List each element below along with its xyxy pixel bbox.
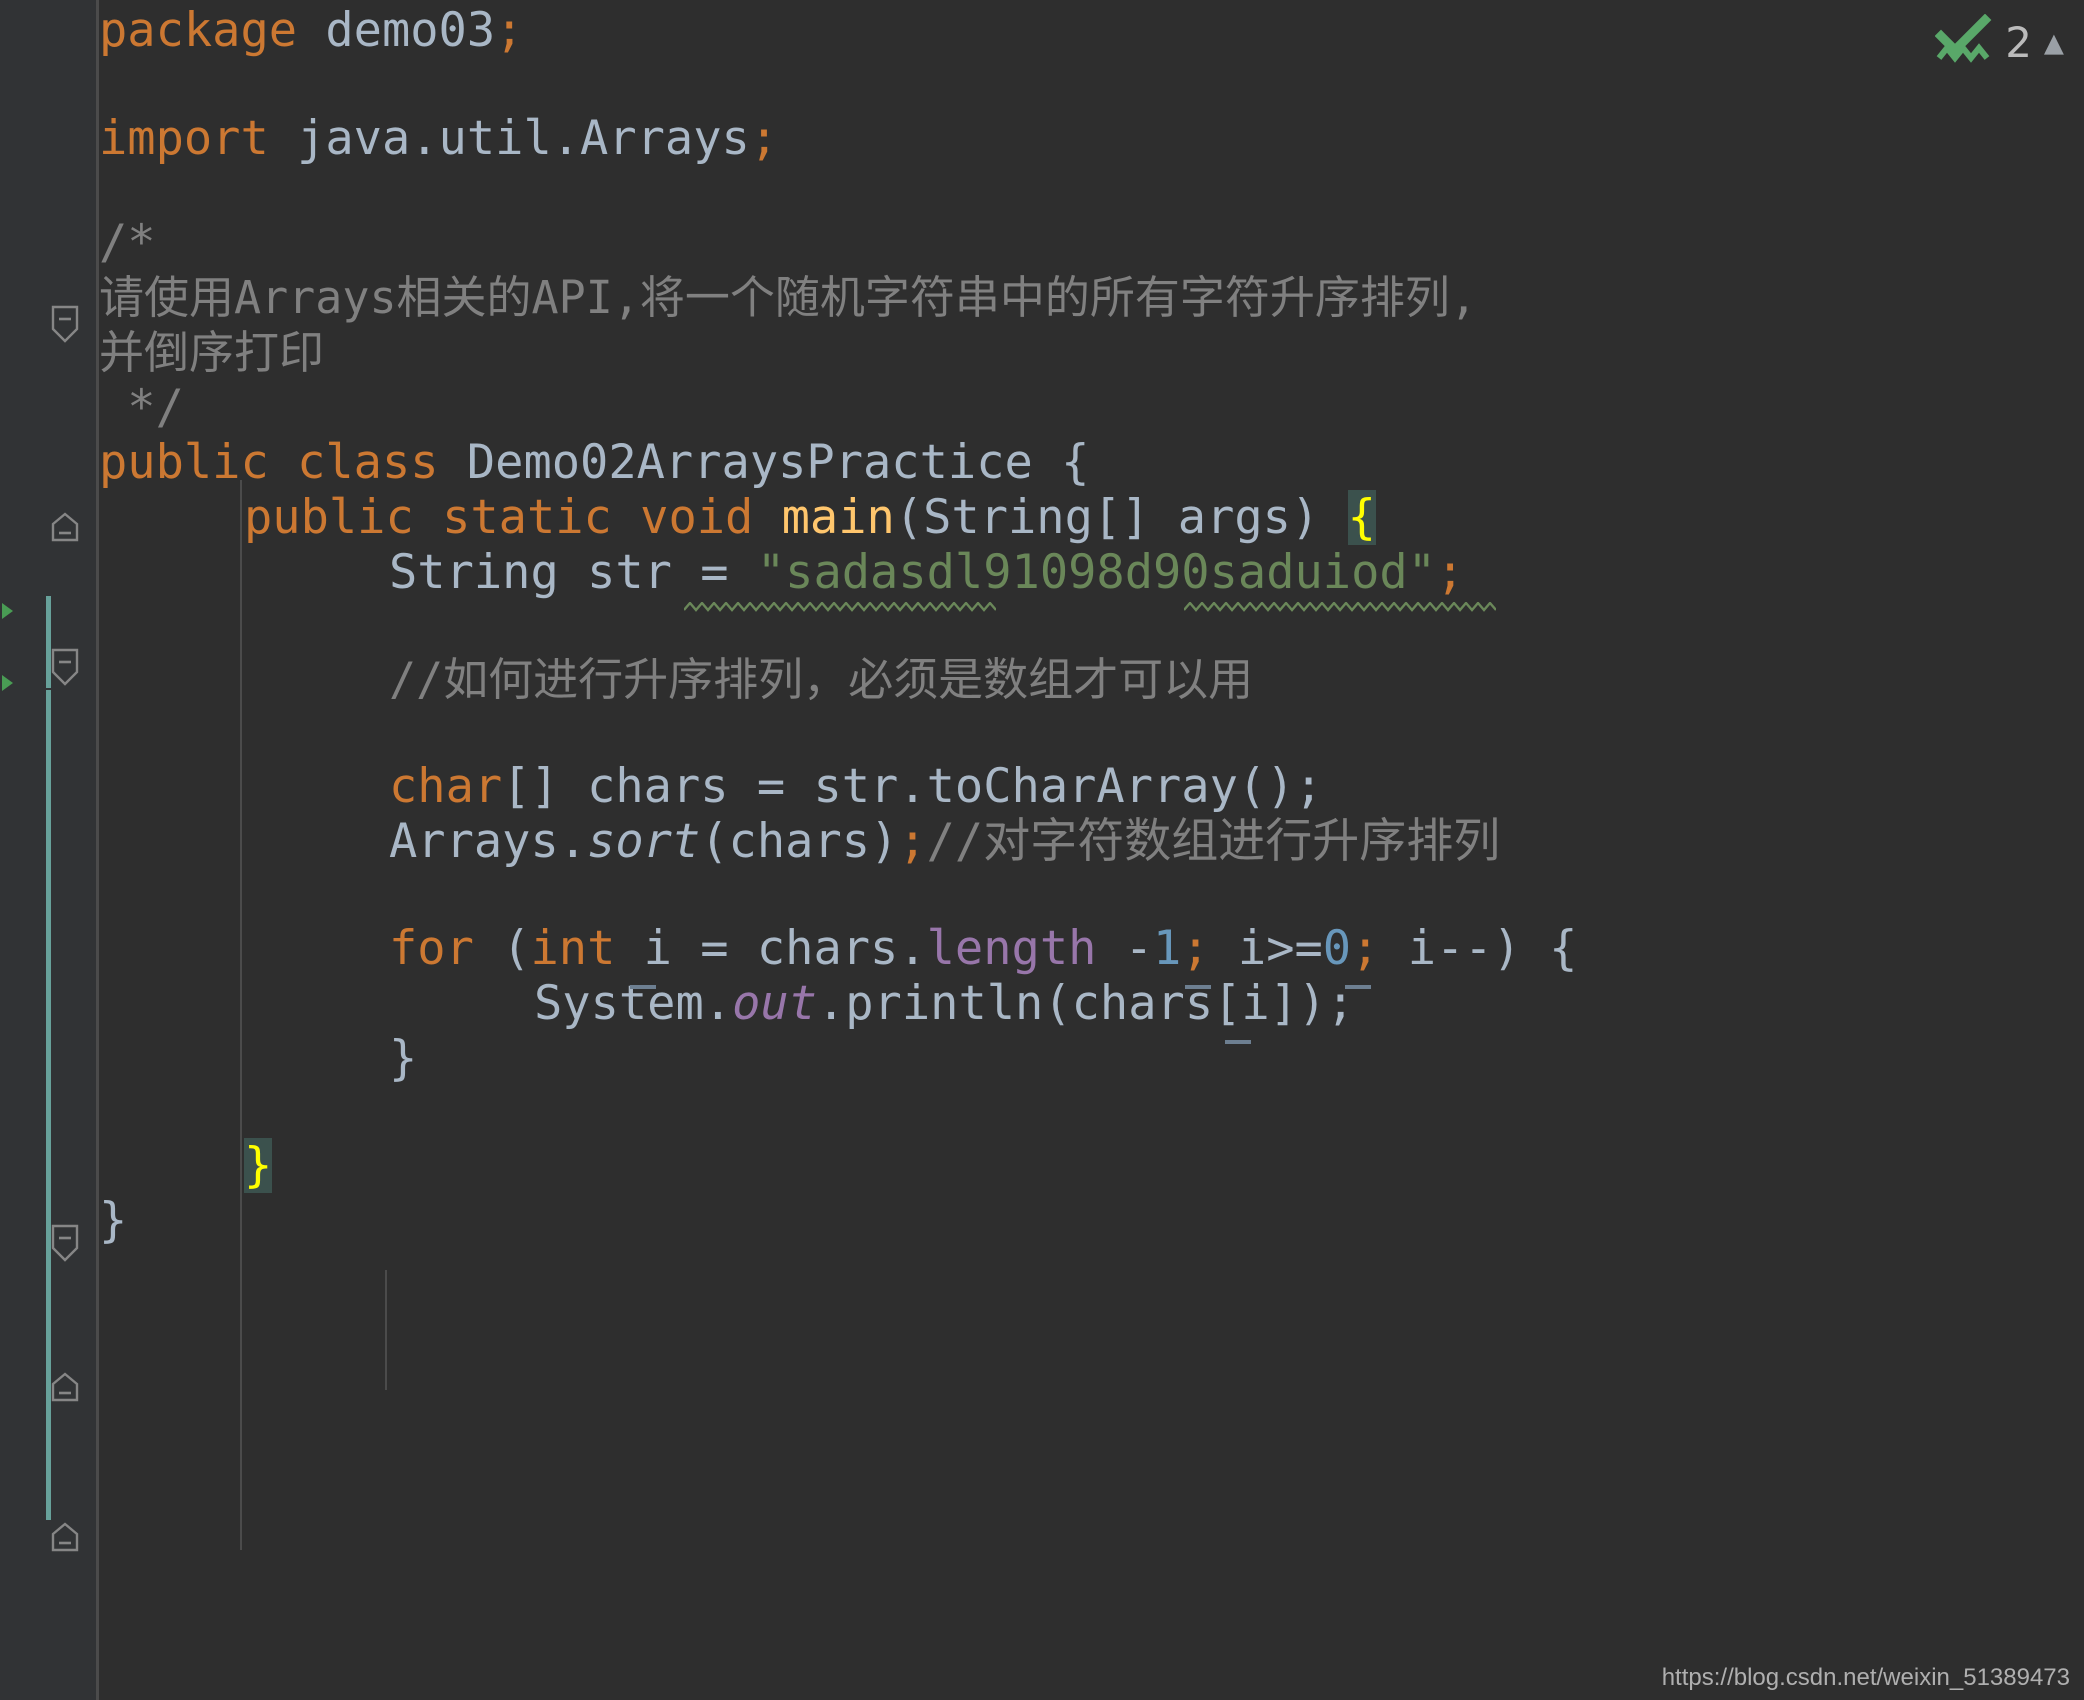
line-comment-1: //如何进行升序排列，必须是数组才可以用 [389,653,1254,706]
field-out: out [732,976,817,1031]
semicolon: ; [495,3,524,58]
loop-variable-i: i [1241,976,1270,1031]
for-open-paren: ( [473,921,531,976]
line-comment-2: //对字符数组进行升序排列 [926,814,1501,869]
chars-declaration: [] chars = str.toCharArray(); [502,759,1323,814]
keyword-class: class [297,435,439,490]
fold-end-icon[interactable] [48,1370,82,1404]
decrement-operator: -- [1435,921,1493,976]
semicolon: ; [749,111,779,166]
string-quote-open: " [756,545,786,600]
block-comment-text-1: 请使用Arrays相关的API,将一个随机字符串中的所有字符升序排列, [99,271,1478,324]
keyword-int: int [530,921,616,976]
field-length: length [926,921,1097,976]
main-parameters: (String[] args) [894,490,1348,545]
code-line[interactable]: //如何进行升序排列，必须是数组才可以用 [99,645,1253,715]
identifier-underline [1225,1040,1251,1044]
annotations-rail[interactable] [0,0,14,1700]
semicolon: ; [1181,921,1210,976]
block-comment-close: */ [99,380,184,435]
arrays-object: Arrays. [389,814,588,869]
for-close-brace: } [389,1031,418,1086]
code-line[interactable]: } [99,1024,417,1094]
fold-end-icon[interactable] [48,510,82,544]
editor-gutter[interactable] [14,0,96,1700]
variable-str: str = [558,545,757,600]
method-name-main: main [781,490,895,545]
type-string: String [389,545,559,600]
string-quote-close: " [1407,545,1436,600]
fold-minus-icon[interactable] [48,305,82,343]
code-line[interactable]: String str = "sadasdl91098d90saduiod"; [99,538,1464,608]
class-name: Demo02ArraysPractice [466,435,1033,490]
matched-close-brace: } [244,1138,273,1193]
number-one: 1 [1153,921,1182,976]
block-comment-text-2: 并倒序打印 [99,326,325,379]
class-open-brace: { [1061,435,1090,490]
code-line[interactable]: import java.util.Arrays; [99,104,778,174]
keyword-static: static [442,490,612,545]
for-minus: - [1096,921,1154,976]
fold-minus-icon[interactable] [48,1224,82,1262]
keyword-char: char [389,759,503,814]
matched-open-brace: { [1347,490,1376,545]
identifier-underline [630,985,656,989]
for-close: ) { [1492,921,1578,976]
identifier-underline [1345,985,1371,989]
for-init: = chars. [671,921,927,976]
code-line[interactable]: } [99,1186,127,1256]
string-digits: 91098d90 [983,545,1210,600]
println-close: ]); [1269,976,1355,1031]
code-line[interactable]: Arrays.sort(chars);//对字符数组进行升序排列 [99,807,1500,877]
method-sort: sort [587,814,701,869]
run-arrow-icon[interactable] [0,600,20,622]
import-name: java.util.Arrays [268,111,750,166]
run-arrow-icon[interactable] [0,672,20,694]
keyword-for: for [389,921,474,976]
chevron-up-icon[interactable]: ▴ [2044,19,2064,65]
sort-arguments: (chars) [700,814,899,869]
green-check-squiggle-icon[interactable] [1934,13,1993,70]
println-call: .println(chars[ [816,976,1242,1031]
semicolon: ; [898,814,927,869]
spellcheck-squiggle [1184,602,1496,612]
package-name: demo03 [297,3,496,58]
identifier-underline [1185,985,1211,989]
code-content[interactable]: package demo03; import java.util.Arrays;… [99,0,2084,1700]
inspection-count: 2 [2005,17,2032,67]
keyword-public: public [244,490,414,545]
semicolon: ; [1435,545,1465,600]
semicolon: ; [1351,921,1380,976]
string-typo-a: sadasdl [785,545,984,600]
class-close-brace: } [99,1193,128,1248]
fold-minus-icon[interactable] [48,648,82,686]
keyword-package: package [99,3,298,58]
watermark-url: https://blog.csdn.net/weixin_51389473 [1661,1664,2070,1691]
block-comment-open: /* [99,215,156,270]
keyword-import: import [99,111,269,166]
code-editor[interactable]: package demo03; import java.util.Arrays;… [0,0,2084,1700]
spellcheck-squiggle [684,602,996,612]
inspection-widget[interactable]: 2 ▴ [1934,13,2064,70]
loop-variable-i: i [643,921,672,976]
comparison-operator: >= [1266,921,1323,976]
keyword-void: void [640,490,754,545]
string-typo-b: saduiod [1209,545,1408,600]
number-zero: 0 [1322,921,1352,976]
loop-variable-i: i [1237,921,1267,976]
fold-end-icon[interactable] [48,1520,82,1554]
keyword-public: public [99,435,269,490]
code-line[interactable]: package demo03; [99,0,523,66]
loop-variable-i: i [1407,921,1436,976]
